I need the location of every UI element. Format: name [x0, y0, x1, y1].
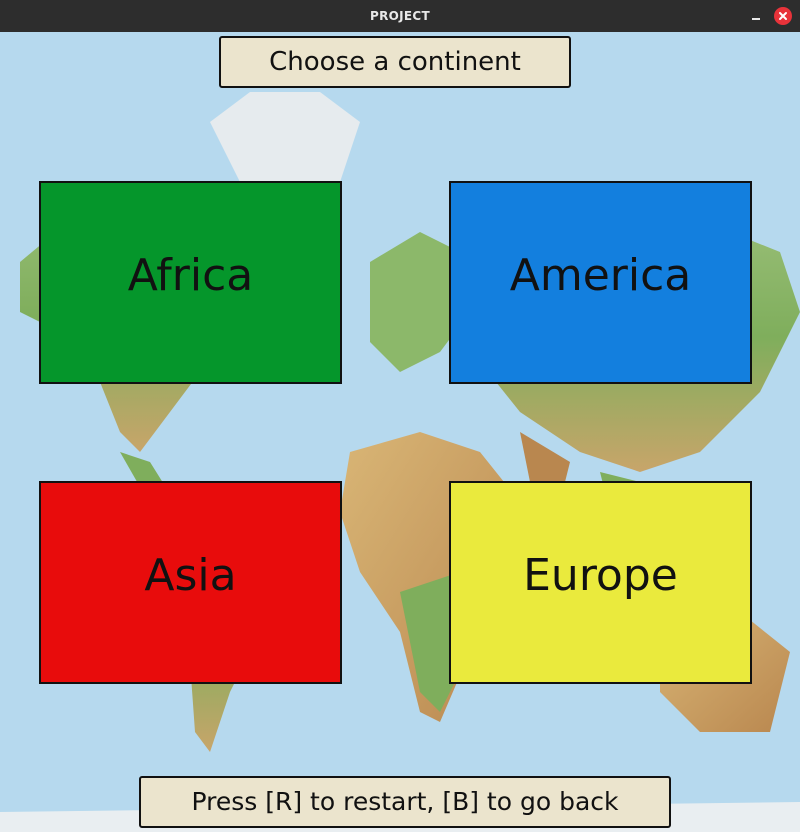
controls-hint-banner: Press [R] to restart, [B] to go back	[139, 776, 671, 828]
minimize-icon[interactable]	[749, 8, 763, 22]
choose-continent-banner: Choose a continent	[219, 36, 571, 88]
window-title: PROJECT	[370, 9, 430, 23]
continent-button-africa[interactable]: Africa	[39, 181, 342, 384]
title-bar: PROJECT	[0, 0, 800, 32]
continent-label-america: America	[509, 250, 692, 301]
continent-button-america[interactable]: America	[449, 181, 752, 384]
app-window: PROJECT Choose a continent Africa Americ…	[0, 0, 800, 832]
continent-label-europe: Europe	[523, 550, 678, 601]
world-map-image	[0, 32, 800, 832]
world-map-background	[0, 32, 800, 832]
continent-label-africa: Africa	[127, 250, 254, 301]
close-icon[interactable]	[774, 7, 792, 25]
continent-label-asia: Asia	[144, 550, 237, 601]
continent-button-asia[interactable]: Asia	[39, 481, 342, 684]
continent-button-europe[interactable]: Europe	[449, 481, 752, 684]
